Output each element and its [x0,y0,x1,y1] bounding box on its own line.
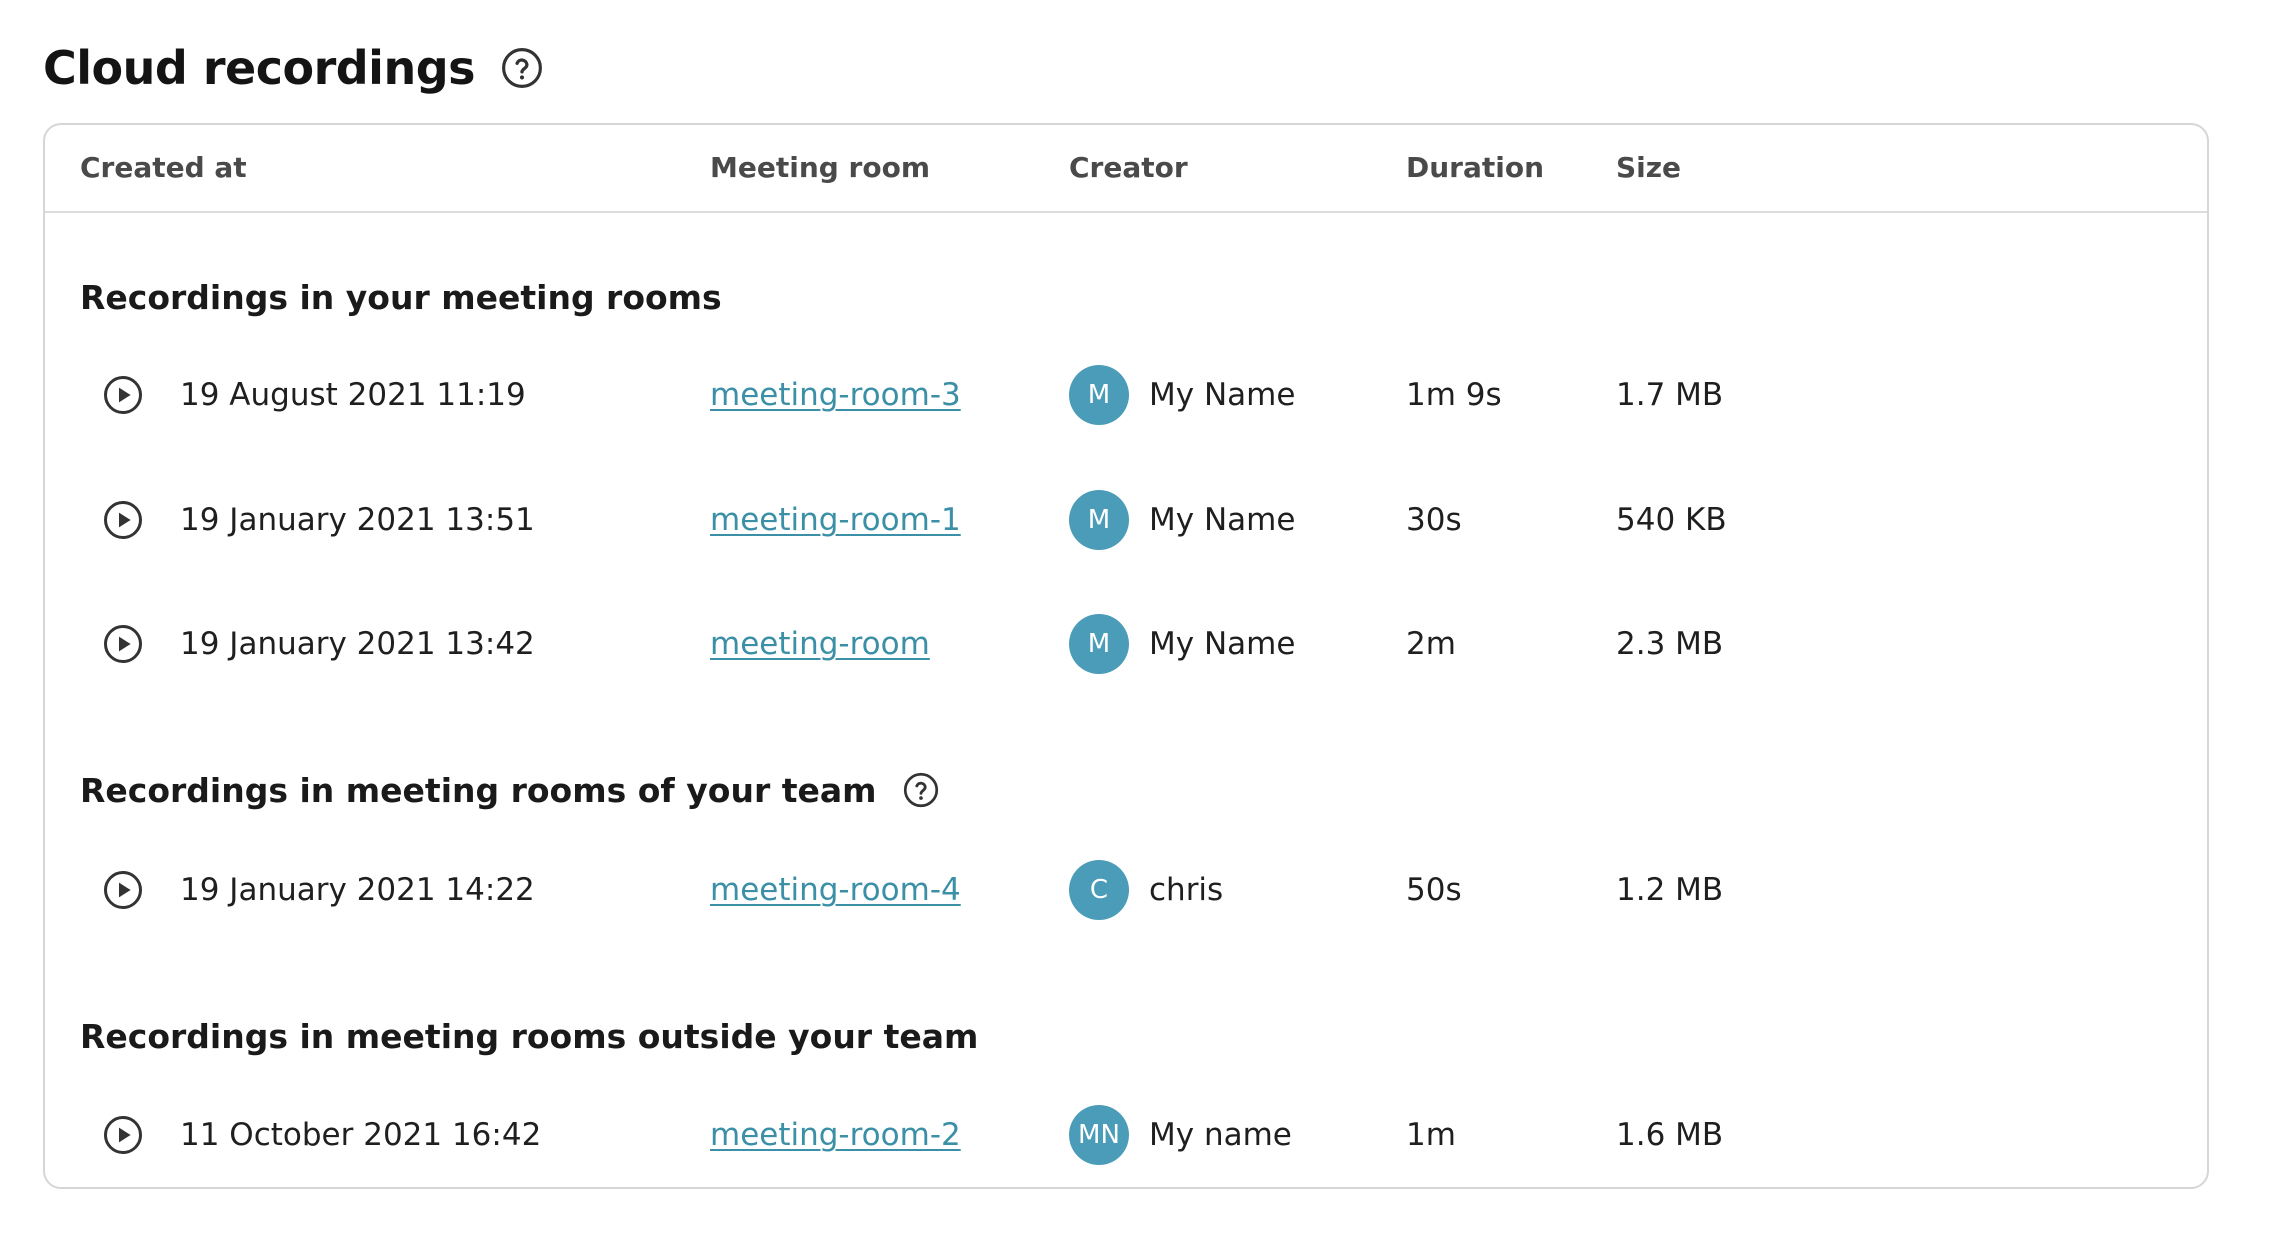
size: 1.2 MB [1616,872,1724,908]
created-at: 19 August 2021 11:19 [180,377,526,413]
header-duration[interactable]: Duration [1406,125,1544,211]
section-title-your-rooms: Recordings in your meeting rooms [80,272,722,322]
avatar: C [1069,860,1129,920]
avatar: M [1069,490,1129,550]
play-icon[interactable] [103,375,143,415]
table-row: 19 August 2021 11:19 meeting-room-3 M My… [45,363,2207,427]
size: 2.3 MB [1616,626,1724,662]
play-icon[interactable] [103,500,143,540]
meeting-room-link[interactable]: meeting-room-4 [710,872,961,908]
header-size[interactable]: Size [1616,125,1681,211]
page-header: Cloud recordings [43,36,543,100]
created-at: 11 October 2021 16:42 [180,1117,542,1153]
avatar: M [1069,365,1129,425]
creator-name: My name [1149,1117,1292,1153]
avatar: M [1069,614,1129,674]
section-title-text: Recordings in your meeting rooms [80,277,722,317]
table-row: 19 January 2021 14:22 meeting-room-4 C c… [45,858,2207,922]
creator-cell: C chris [1069,858,1223,922]
meeting-room-link[interactable]: meeting-room-1 [710,502,961,538]
help-circle-icon[interactable] [903,772,939,808]
size: 1.6 MB [1616,1117,1724,1153]
creator-cell: M My Name [1069,363,1295,427]
play-icon[interactable] [103,624,143,664]
recordings-table: Created at Meeting room Creator Duration… [43,123,2209,1189]
section-title-text: Recordings in meeting rooms of your team [80,770,877,810]
creator-cell: M My Name [1069,488,1295,552]
duration: 1m [1406,1117,1456,1153]
created-at: 19 January 2021 13:51 [180,502,535,538]
creator-name: My Name [1149,502,1296,538]
duration: 50s [1406,872,1462,908]
table-row: 11 October 2021 16:42 meeting-room-2 MN … [45,1103,2207,1167]
size: 1.7 MB [1616,377,1724,413]
header-created-at[interactable]: Created at [80,125,247,211]
header-meeting-room[interactable]: Meeting room [710,125,930,211]
created-at: 19 January 2021 14:22 [180,872,535,908]
table-row: 19 January 2021 13:51 meeting-room-1 M M… [45,488,2207,552]
section-title-team-rooms: Recordings in meeting rooms of your team [80,765,939,815]
created-at: 19 January 2021 13:42 [180,626,535,662]
avatar: MN [1069,1105,1129,1165]
play-icon[interactable] [103,870,143,910]
duration: 1m 9s [1406,377,1502,413]
duration: 30s [1406,502,1462,538]
meeting-room-link[interactable]: meeting-room-2 [710,1117,961,1153]
section-title-text: Recordings in meeting rooms outside your… [80,1016,979,1056]
creator-name: My Name [1149,626,1296,662]
meeting-room-link[interactable]: meeting-room-3 [710,377,961,413]
table-header: Created at Meeting room Creator Duration… [45,125,2207,213]
page-title: Cloud recordings [43,41,476,95]
table-row: 19 January 2021 13:42 meeting-room M My … [45,612,2207,676]
creator-cell: MN My name [1069,1103,1292,1167]
header-creator[interactable]: Creator [1069,125,1188,211]
duration: 2m [1406,626,1456,662]
meeting-room-link[interactable]: meeting-room [710,626,930,662]
play-icon[interactable] [103,1115,143,1155]
size: 540 KB [1616,502,1727,538]
creator-name: chris [1149,872,1224,908]
help-circle-icon[interactable] [501,47,543,89]
creator-cell: M My Name [1069,612,1295,676]
creator-name: My Name [1149,377,1296,413]
section-title-outside-team: Recordings in meeting rooms outside your… [80,1011,978,1061]
